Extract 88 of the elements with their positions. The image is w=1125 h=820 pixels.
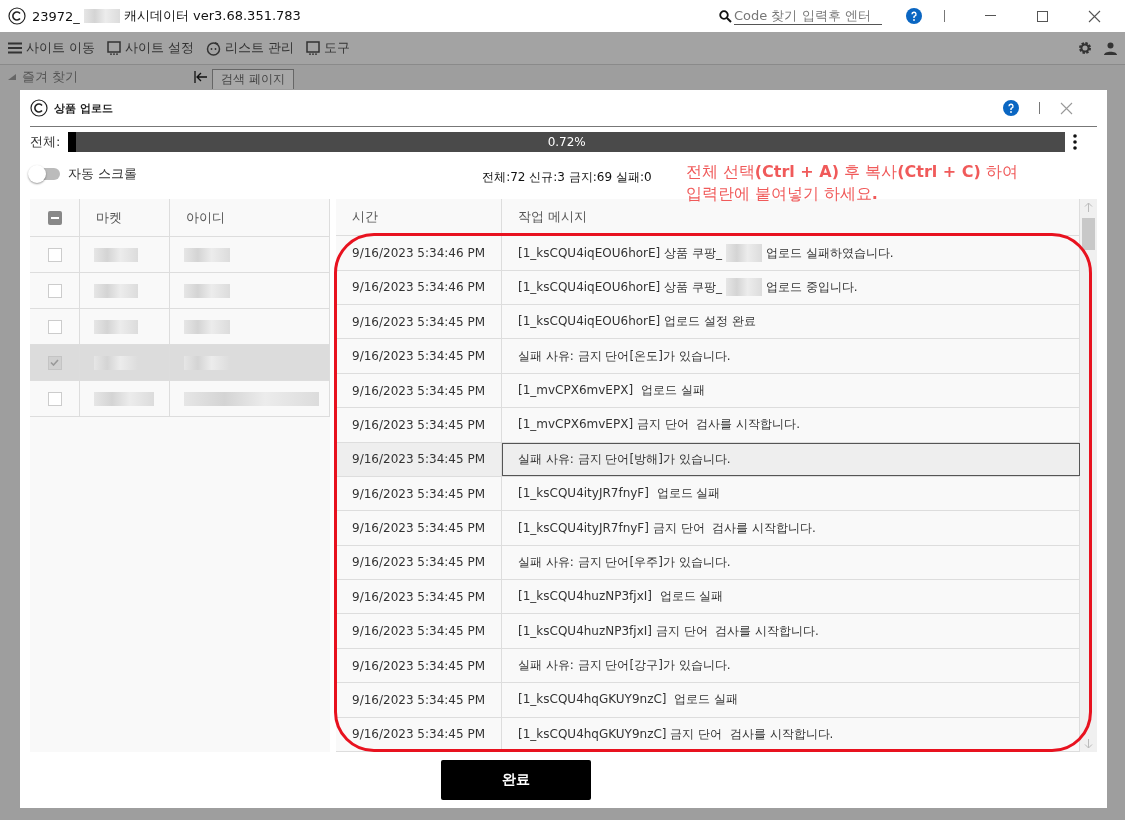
message-cell: 업로드 실패하였습니다. bbox=[765, 244, 894, 262]
logo-icon bbox=[30, 99, 48, 117]
row-checkbox[interactable] bbox=[47, 355, 62, 370]
user-icon[interactable] bbox=[1104, 41, 1117, 55]
time-cell: 9/16/2023 5:34:45 PM bbox=[352, 486, 485, 501]
message-cell: [1_ksCQU4iqEOU6horE] 상품 쿠팡_ bbox=[518, 244, 722, 262]
message-cell: [1_ksCQU4ityJR7fnyF] 업로드 실패 bbox=[518, 485, 721, 503]
app-logo-icon bbox=[8, 7, 26, 25]
blurred-text bbox=[94, 283, 138, 298]
blurred-text bbox=[184, 247, 230, 262]
annotation-text: 전체 선택(Ctrl + A) 후 복사(Ctrl + C) 하여 bbox=[685, 161, 1018, 183]
search-field[interactable]: Code 찾기 입력후 엔터 bbox=[734, 7, 882, 25]
time-cell: 9/16/2023 5:34:45 PM bbox=[352, 383, 485, 398]
row-checkbox[interactable] bbox=[47, 319, 62, 334]
done-button[interactable]: 완료 bbox=[440, 760, 591, 800]
scrollbar[interactable] bbox=[1080, 199, 1097, 752]
minimize-icon[interactable] bbox=[984, 15, 996, 17]
toolbar-button[interactable]: 사이트 이동 bbox=[8, 39, 96, 57]
more-icon[interactable] bbox=[1073, 134, 1077, 150]
blurred-text bbox=[725, 278, 762, 297]
time-cell: 9/16/2023 5:34:45 PM bbox=[352, 314, 485, 329]
progress-label: 전체: bbox=[30, 133, 61, 151]
select-all-checkbox[interactable] bbox=[47, 210, 62, 225]
time-cell: 9/16/2023 5:34:45 PM bbox=[352, 417, 485, 432]
window-title: 캐시데이터 ver3.68.351.783 bbox=[123, 7, 301, 25]
message-cell: [1_ksCQU4hqGKUY9nzC] 금지 단어 검사를 시작합니다. bbox=[518, 725, 834, 743]
time-cell: 9/16/2023 5:34:46 PM bbox=[352, 246, 485, 260]
page-tab[interactable]: 검색 페이지 bbox=[212, 69, 294, 89]
scroll-thumb[interactable] bbox=[1082, 218, 1095, 250]
blurred-text bbox=[94, 247, 138, 262]
toolbar-button[interactable]: 도구 bbox=[306, 39, 351, 57]
blurred-text bbox=[94, 319, 138, 334]
message-cell: [1_ksCQU4iqEOU6horE] 업로드 설정 완료 bbox=[518, 313, 756, 331]
close-icon[interactable] bbox=[1087, 9, 1101, 23]
message-cell: 업로드 중입니다. bbox=[765, 278, 858, 296]
column-header[interactable]: 마켓 bbox=[80, 199, 170, 236]
blurred-text bbox=[184, 283, 230, 298]
message-cell: [1_ksCQU4huzNP3fjxI] 금지 단어 검사를 시작합니다. bbox=[518, 622, 819, 640]
progress-reading: 0.72% bbox=[547, 135, 586, 149]
time-cell: 9/16/2023 5:34:45 PM bbox=[352, 727, 485, 742]
upload-stats: 전체:72 신규:3 금지:69 실패:0 bbox=[482, 169, 652, 186]
row-checkbox[interactable] bbox=[47, 391, 62, 406]
time-cell: 9/16/2023 5:34:45 PM bbox=[352, 692, 485, 707]
blurred-text bbox=[725, 244, 762, 262]
collapse-arrow-icon[interactable] bbox=[194, 70, 208, 84]
minus-icon bbox=[50, 216, 59, 219]
row-checkbox[interactable] bbox=[47, 247, 62, 262]
blurred-text bbox=[94, 391, 154, 406]
help-icon[interactable] bbox=[906, 8, 922, 24]
column-header[interactable]: 아이디 bbox=[170, 199, 330, 236]
menu-icon bbox=[8, 42, 22, 54]
blurred-text bbox=[184, 319, 230, 334]
help-icon[interactable] bbox=[1003, 100, 1019, 116]
row-checkbox[interactable] bbox=[47, 283, 62, 298]
expand-triangle-icon[interactable] bbox=[8, 74, 16, 80]
window-icon bbox=[107, 41, 122, 55]
check-icon bbox=[50, 359, 59, 366]
message-cell: 실패 사유: 금지 단어[방해]가 있습니다. bbox=[518, 450, 731, 468]
maximize-icon[interactable] bbox=[1036, 10, 1048, 22]
window-title: 23972_ bbox=[32, 8, 80, 24]
toolbar-button[interactable]: 리스트 관리 bbox=[206, 39, 295, 57]
message-cell: [1_ksCQU4ityJR7fnyF] 금지 단어 검사를 시작합니다. bbox=[518, 519, 816, 537]
time-cell: 9/16/2023 5:34:45 PM bbox=[352, 349, 485, 364]
column-header[interactable]: 시간 bbox=[336, 199, 502, 236]
face-icon bbox=[206, 40, 222, 56]
message-cell: 실패 사유: 금지 단어[우주]가 있습니다. bbox=[518, 553, 731, 571]
dialog-title: 상품 업로드 bbox=[54, 100, 113, 116]
sidebar-header: 즐겨 찾기 bbox=[22, 68, 79, 86]
search-icon bbox=[719, 9, 732, 23]
message-cell: [1_ksCQU4iqEOU6horE] 상품 쿠팡_ bbox=[518, 278, 722, 296]
message-cell: 실패 사유: 금지 단어[온도]가 있습니다. bbox=[518, 347, 731, 365]
time-cell: 9/16/2023 5:34:45 PM bbox=[352, 589, 485, 604]
message-cell: [1_mvCPX6mvEPX] 업로드 실패 bbox=[518, 382, 705, 399]
toolbar-button[interactable]: 사이트 설정 bbox=[107, 39, 195, 57]
time-cell: 9/16/2023 5:34:46 PM bbox=[352, 280, 485, 295]
window-icon bbox=[306, 41, 321, 55]
settings-icon[interactable] bbox=[1078, 41, 1092, 55]
time-cell: 9/16/2023 5:34:45 PM bbox=[352, 555, 485, 570]
message-cell: 실패 사유: 금지 단어[강구]가 있습니다. bbox=[518, 657, 731, 674]
blurred-text bbox=[83, 9, 120, 23]
time-cell: 9/16/2023 5:34:45 PM bbox=[352, 521, 485, 535]
message-cell: [1_ksCQU4hqGKUY9nzC] 업로드 실패 bbox=[518, 691, 738, 709]
time-cell: 9/16/2023 5:34:45 PM bbox=[352, 658, 485, 673]
auto-scroll-toggle[interactable]: 자동 스크롤 bbox=[30, 165, 138, 183]
time-cell: 9/16/2023 5:34:45 PM bbox=[352, 624, 485, 639]
time-cell: 9/16/2023 5:34:45 PM bbox=[352, 452, 485, 467]
message-cell: [1_mvCPX6mvEPX] 금지 단어 검사를 시작합니다. bbox=[518, 416, 800, 434]
message-cell: [1_ksCQU4huzNP3fjxI] 업로드 실패 bbox=[518, 588, 724, 606]
